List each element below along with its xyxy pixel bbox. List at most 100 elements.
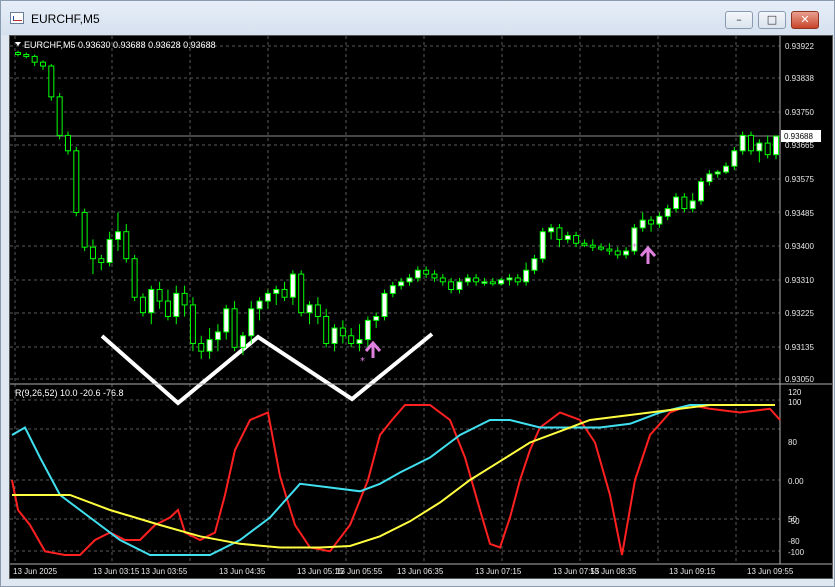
- candle: [281, 281, 288, 302]
- candle: [131, 254, 138, 302]
- candle: [198, 335, 205, 359]
- candle: [606, 243, 613, 255]
- candle: [498, 277, 505, 286]
- candle: [298, 270, 305, 317]
- candle: [439, 274, 446, 286]
- candle: [314, 297, 321, 325]
- time-scale-label: 13 Jun 07:15: [475, 567, 522, 576]
- candle: [323, 308, 330, 348]
- candle: [148, 285, 155, 325]
- candle: [564, 231, 571, 244]
- candle: [698, 177, 705, 205]
- candle: [689, 193, 696, 213]
- chart-area[interactable]: * * EURCHF,M5 0.93630 0.93688 0.93628 0.…: [9, 35, 833, 579]
- candle: [406, 274, 413, 286]
- candle: [531, 254, 538, 275]
- candle: [64, 131, 71, 155]
- time-scale-label: 13 Jun 04:35: [219, 567, 266, 576]
- candle: [614, 247, 621, 259]
- candle: [523, 262, 530, 286]
- grid: [10, 36, 780, 564]
- buy-arrow-2: [639, 245, 657, 264]
- indicator-scale-label: -50: [788, 517, 800, 526]
- maximize-button[interactable]: □: [758, 11, 786, 29]
- chart-window-icon: [10, 12, 24, 24]
- candle: [539, 227, 546, 263]
- candle: [73, 146, 80, 217]
- time-scale-label: 13 Jun 05:55: [336, 567, 383, 576]
- time-scale-label: 13 Jun 08:35: [590, 567, 637, 576]
- candle: [56, 93, 63, 140]
- time-scale-label: 13 Jun 06:35: [397, 567, 444, 576]
- price-scale-label: 0.93750: [785, 108, 814, 117]
- candle: [106, 231, 113, 267]
- time-scale: 13 Jun 2025 13 Jun 03:15 13 Jun 03:55 13 Ju…: [13, 567, 794, 576]
- price-scale-label: 0.93485: [785, 209, 814, 218]
- candle: [189, 297, 196, 352]
- candle: [706, 170, 713, 186]
- candle: [639, 212, 646, 232]
- candle: [381, 289, 388, 321]
- candle: [123, 224, 130, 263]
- candle: [714, 170, 721, 178]
- candle: [548, 224, 555, 240]
- candle: [248, 301, 255, 344]
- candle: [464, 274, 471, 286]
- window-title: EURCHF,M5: [31, 12, 100, 26]
- candle: [589, 239, 596, 251]
- chart-header-arrow-icon[interactable]: [15, 42, 21, 46]
- candle: [723, 162, 730, 174]
- candle: [748, 131, 755, 155]
- candle: [756, 139, 763, 163]
- price-scale-label: 0.93922: [785, 42, 814, 51]
- candle: [573, 231, 580, 248]
- candle: [306, 301, 313, 325]
- time-scale-label: 13 Jun 03:15: [93, 567, 140, 576]
- price-scale-label: 0.93400: [785, 242, 814, 251]
- time-scale-label: 13 Jun 03:55: [141, 567, 188, 576]
- candle: [389, 281, 396, 298]
- price-scale-label: 0.93050: [785, 375, 814, 384]
- indicator-scale-label: -80: [788, 537, 800, 546]
- time-scale-label: 13 Jun 2025: [13, 567, 58, 576]
- time-scale-label: 13 Jun 09:15: [669, 567, 716, 576]
- indicator-scale-label: 100: [788, 398, 802, 407]
- minimize-button[interactable]: –: [725, 11, 753, 29]
- candle: [556, 224, 563, 248]
- current-price-label: 0.93688: [784, 132, 813, 141]
- candle: [264, 289, 271, 309]
- candle: [23, 52, 30, 59]
- candle: [656, 212, 663, 228]
- star-icon: *: [632, 242, 637, 253]
- candle: [506, 274, 513, 286]
- chart-header: EURCHF,M5 0.93630 0.93688 0.93628 0.9368…: [24, 40, 216, 50]
- candle: [139, 293, 146, 317]
- close-button[interactable]: ✕: [791, 11, 819, 29]
- candle: [473, 274, 480, 286]
- candle: [39, 60, 46, 70]
- candle: [15, 50, 21, 57]
- candle: [164, 289, 171, 321]
- candle: [348, 328, 355, 348]
- indicator-scale-label: 80: [788, 438, 797, 447]
- candle: [681, 193, 688, 213]
- candle: [356, 324, 363, 352]
- candle: [181, 285, 188, 317]
- chart-svg[interactable]: * * EURCHF,M5 0.93630 0.93688 0.93628 0.…: [10, 36, 832, 578]
- title-bar[interactable]: EURCHF,M5 – □ ✕: [1, 1, 834, 35]
- candle: [673, 193, 680, 213]
- candle: [364, 316, 371, 348]
- candle: [489, 277, 496, 286]
- candle: [339, 320, 346, 344]
- candle: [739, 131, 746, 155]
- indicator-scale-label: 120: [788, 388, 802, 397]
- price-scale-label: 0.93310: [785, 276, 814, 285]
- indicator-scale-label: -100: [788, 548, 805, 557]
- candle: [48, 64, 55, 101]
- star-icon: *: [360, 356, 365, 367]
- candle: [206, 328, 213, 359]
- candle: [231, 301, 238, 352]
- candle: [664, 204, 671, 221]
- candle: [373, 312, 380, 329]
- chart-window: EURCHF,M5 – □ ✕ * * EURCHF,M5 0.93630 0.…: [0, 0, 835, 587]
